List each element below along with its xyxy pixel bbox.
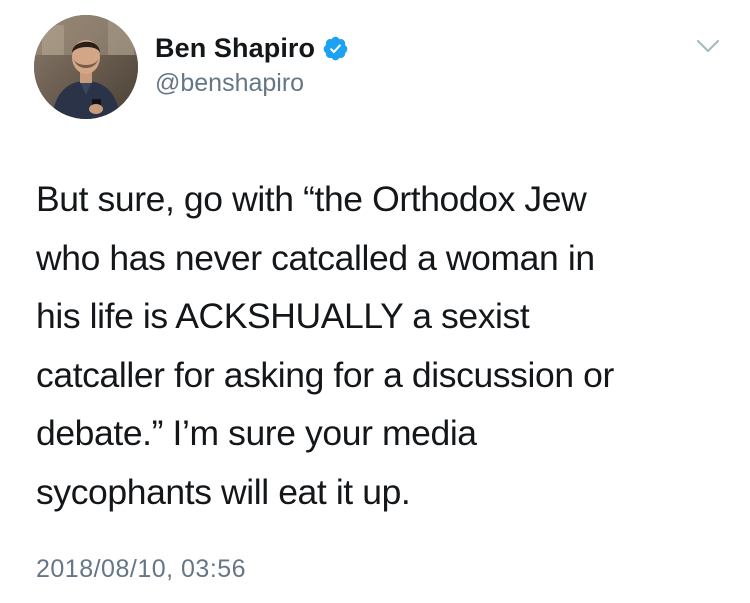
- name-row: Ben Shapiro: [155, 31, 349, 65]
- avatar[interactable]: [34, 15, 138, 119]
- author-handle[interactable]: @benshapiro: [155, 69, 349, 98]
- tweet-text: But sure, go with “the Orthodox Jew who …: [36, 179, 614, 512]
- chevron-down-icon[interactable]: [696, 38, 720, 54]
- tweet-timestamp[interactable]: 2018/08/10, 03:56: [36, 555, 246, 584]
- verified-badge-icon: [322, 35, 349, 62]
- author-display-name[interactable]: Ben Shapiro: [155, 33, 315, 64]
- tweet-card: Ben Shapiro @benshapiro But sure, go wit…: [0, 0, 750, 603]
- author-header: Ben Shapiro @benshapiro: [155, 31, 349, 98]
- avatar-image: [34, 15, 138, 119]
